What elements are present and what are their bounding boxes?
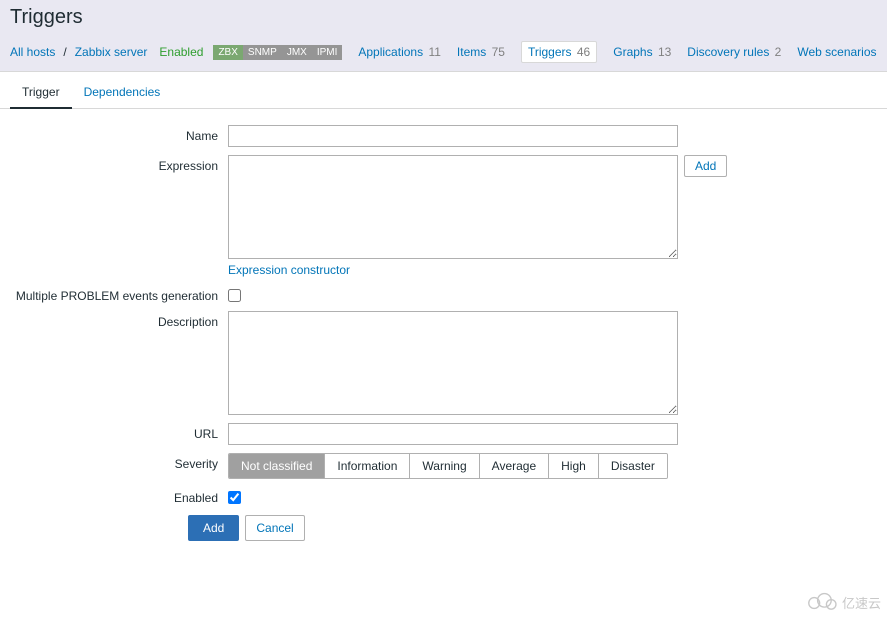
row-multiple: Multiple PROBLEM events generation [10, 285, 877, 303]
tab-trigger[interactable]: Trigger [10, 77, 72, 109]
row-expression: Expression Expression constructor Add [10, 155, 877, 277]
watermark: 亿速云 [804, 590, 881, 615]
nav-graphs-label: Graphs [613, 45, 652, 59]
page-header: Triggers [0, 0, 887, 33]
nav-applications-count: 11 [428, 45, 440, 59]
badge-snmp: SNMP [243, 45, 282, 60]
page-title: Triggers [10, 6, 877, 29]
nav-triggers[interactable]: Triggers 46 [521, 41, 597, 63]
row-url: URL [10, 423, 877, 445]
badge-jmx: JMX [282, 45, 312, 60]
badge-zbx: ZBX [213, 45, 242, 60]
expression-add-button[interactable]: Add [684, 155, 727, 177]
severity-group: Not classified Information Warning Avera… [228, 453, 668, 479]
nav-graphs-count: 13 [658, 45, 671, 59]
name-input[interactable] [228, 125, 678, 147]
host-enabled-status: Enabled [159, 45, 203, 59]
nav-discovery[interactable]: Discovery rules 2 [687, 45, 781, 59]
breadcrumb-all-hosts[interactable]: All hosts [10, 45, 55, 59]
label-description: Description [10, 311, 228, 329]
severity-high[interactable]: High [549, 454, 599, 478]
row-description: Description [10, 311, 877, 415]
expression-constructor-link[interactable]: Expression constructor [228, 263, 678, 277]
nav-discovery-count: 2 [775, 45, 782, 59]
tab-dependencies[interactable]: Dependencies [72, 77, 173, 109]
severity-disaster[interactable]: Disaster [599, 454, 667, 478]
multiple-checkbox[interactable] [228, 289, 241, 302]
label-enabled: Enabled [10, 487, 228, 505]
nav-items-label: Items [457, 45, 486, 59]
severity-not-classified[interactable]: Not classified [229, 454, 325, 478]
severity-information[interactable]: Information [325, 454, 410, 478]
sub-header: All hosts / Zabbix server Enabled ZBX SN… [0, 33, 887, 72]
nav-discovery-label: Discovery rules [687, 45, 769, 59]
nav-graphs[interactable]: Graphs 13 [613, 45, 671, 59]
protocol-badges: ZBX SNMP JMX IPMI [213, 45, 342, 60]
add-button[interactable]: Add [188, 515, 239, 541]
nav-triggers-label: Triggers [528, 45, 572, 59]
label-severity: Severity [10, 453, 228, 471]
label-name: Name [10, 125, 228, 143]
expression-textarea[interactable] [228, 155, 678, 259]
form-actions: Add Cancel [188, 515, 877, 541]
nav-applications-label: Applications [358, 45, 423, 59]
tabs: Trigger Dependencies [0, 76, 887, 109]
nav-items-count: 75 [492, 45, 505, 59]
row-severity: Severity Not classified Information Warn… [10, 453, 877, 479]
breadcrumb-sep: / [63, 45, 66, 59]
enabled-checkbox[interactable] [228, 491, 241, 504]
row-enabled: Enabled [10, 487, 877, 505]
label-expression: Expression [10, 155, 228, 173]
severity-warning[interactable]: Warning [410, 454, 479, 478]
watermark-text: 亿速云 [842, 593, 881, 612]
severity-average[interactable]: Average [480, 454, 549, 478]
cloud-icon [804, 590, 838, 615]
nav-items[interactable]: Items 75 [457, 45, 505, 59]
form-area: Name Expression Expression constructor A… [0, 109, 887, 557]
row-name: Name [10, 125, 877, 147]
nav-web-scenarios[interactable]: Web scenarios [797, 45, 876, 59]
url-input[interactable] [228, 423, 678, 445]
description-textarea[interactable] [228, 311, 678, 415]
label-multiple: Multiple PROBLEM events generation [10, 285, 228, 303]
label-url: URL [10, 423, 228, 441]
nav-triggers-count: 46 [577, 45, 590, 59]
badge-ipmi: IPMI [312, 45, 343, 60]
nav-web-label: Web scenarios [797, 45, 876, 59]
breadcrumb-host[interactable]: Zabbix server [75, 45, 148, 59]
nav-applications[interactable]: Applications 11 [358, 45, 441, 59]
cancel-button[interactable]: Cancel [245, 515, 304, 541]
